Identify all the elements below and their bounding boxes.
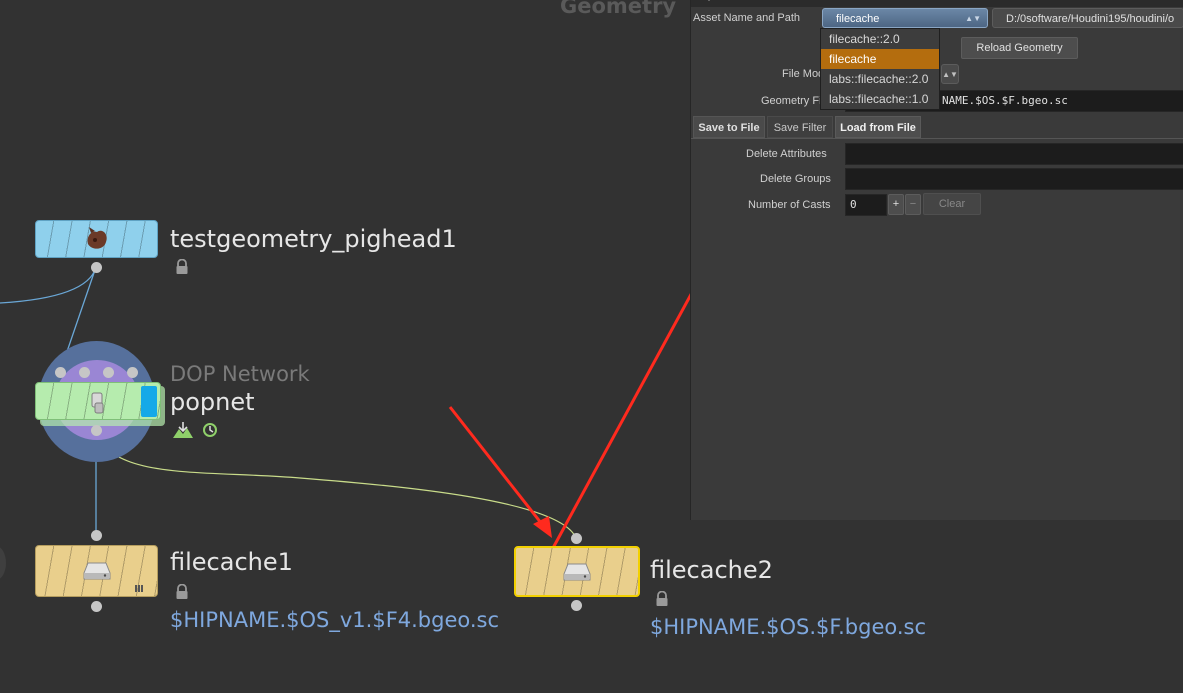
node-name: popnet — [170, 388, 255, 416]
popnet-node[interactable] — [35, 382, 161, 420]
output-connector[interactable] — [91, 425, 102, 436]
tab-underline — [691, 138, 1183, 139]
filecache1-node[interactable] — [35, 545, 158, 597]
node-file-path: $HIPNAME.$OS.$F.bgeo.sc — [650, 615, 927, 639]
harddrive-icon — [83, 562, 110, 580]
asset-name-label: Asset Name and Path — [693, 12, 801, 24]
clock-icon — [203, 423, 217, 437]
tab-load-from-file[interactable]: Load from File — [835, 116, 921, 138]
tab-save-filter[interactable]: Save Filter — [767, 116, 833, 138]
lock-icon — [176, 584, 188, 599]
display-flag[interactable] — [141, 386, 157, 417]
delete-attributes-label: Delete Attributes — [746, 148, 827, 160]
tab-save-to-file[interactable]: Save to File — [693, 116, 765, 138]
chevron-down-icon[interactable] — [705, 0, 713, 1]
output-connector[interactable] — [571, 600, 582, 611]
asset-path-value: D:/0software/Houdini195/houdini/o — [1006, 13, 1175, 25]
output-connector[interactable] — [91, 601, 102, 612]
wire-popnet-to-filecache2 — [95, 429, 577, 539]
wire-left-to-testgeometry — [0, 266, 97, 304]
node-name: filecache1 — [170, 548, 293, 576]
file-mode-label: File Mod — [782, 68, 825, 80]
asset-name-value: filecache — [836, 13, 880, 25]
input-connector[interactable] — [103, 367, 114, 378]
node-name: filecache2 — [650, 556, 773, 584]
delete-attributes-field[interactable] — [845, 143, 1183, 165]
node-file-path: $HIPNAME.$OS_v1.$F4.bgeo.sc — [170, 608, 500, 632]
number-of-casts-value: 0 — [850, 198, 857, 211]
asset-path-field[interactable]: D:/0software/Houdini195/houdini/o — [992, 8, 1183, 28]
dropdown-option[interactable]: labs::filecache::1.0 — [821, 89, 939, 109]
cylinder-icon — [91, 392, 104, 414]
clear-button[interactable]: Clear — [923, 193, 981, 215]
node-name: testgeometry_pighead1 — [170, 225, 457, 253]
asset-name-combo[interactable]: filecache ▲▼ — [822, 8, 988, 28]
spinner-arrows-icon: ▲▼ — [942, 70, 958, 79]
node-type: DOP Network — [170, 362, 310, 386]
decrement-button[interactable]: − — [905, 194, 921, 215]
dropdown-option-selected[interactable]: filecache — [821, 49, 939, 69]
dropdown-option[interactable]: labs::filecache::2.0 — [821, 69, 939, 89]
geometry-file-value: NAME.$OS.$F.bgeo.sc — [942, 94, 1068, 107]
input-connector[interactable] — [91, 530, 102, 541]
asset-version-dropdown[interactable]: filecache::2.0 filecache labs::filecache… — [820, 28, 940, 110]
output-connector[interactable] — [91, 262, 102, 273]
lock-icon — [176, 259, 188, 274]
delete-groups-field[interactable] — [845, 168, 1183, 190]
network-header-title: Geometry — [560, 0, 677, 18]
harddrive-icon — [563, 563, 591, 580]
grid-badge-icon — [135, 585, 143, 592]
input-connector[interactable] — [55, 367, 66, 378]
reload-geometry-button[interactable]: Reload Geometry — [961, 37, 1078, 59]
number-of-casts-label: Number of Casts — [748, 199, 831, 211]
lock-icon — [656, 591, 668, 606]
increment-button[interactable]: + — [888, 194, 904, 215]
input-connector[interactable] — [127, 367, 138, 378]
annotation-arrow-down — [448, 406, 552, 538]
panel-top-strip — [691, 0, 1183, 7]
testgeometry-node[interactable] — [35, 220, 158, 258]
filecache2-node[interactable] — [514, 546, 640, 597]
mountain-download-icon — [173, 422, 193, 438]
geometry-file-label: Geometry Fi — [761, 95, 822, 107]
spinner-arrows-icon: ▲▼ — [965, 14, 981, 23]
delete-groups-label: Delete Groups — [760, 173, 831, 185]
input-connector[interactable] — [79, 367, 90, 378]
pighead-icon — [87, 227, 107, 249]
left-edge-node-stub — [0, 546, 6, 580]
number-of-casts-field[interactable]: 0 — [845, 194, 887, 216]
input-connector[interactable] — [571, 533, 582, 544]
dropdown-option[interactable]: filecache::2.0 — [821, 29, 939, 49]
file-mode-stepper[interactable]: ▲▼ — [941, 64, 959, 84]
